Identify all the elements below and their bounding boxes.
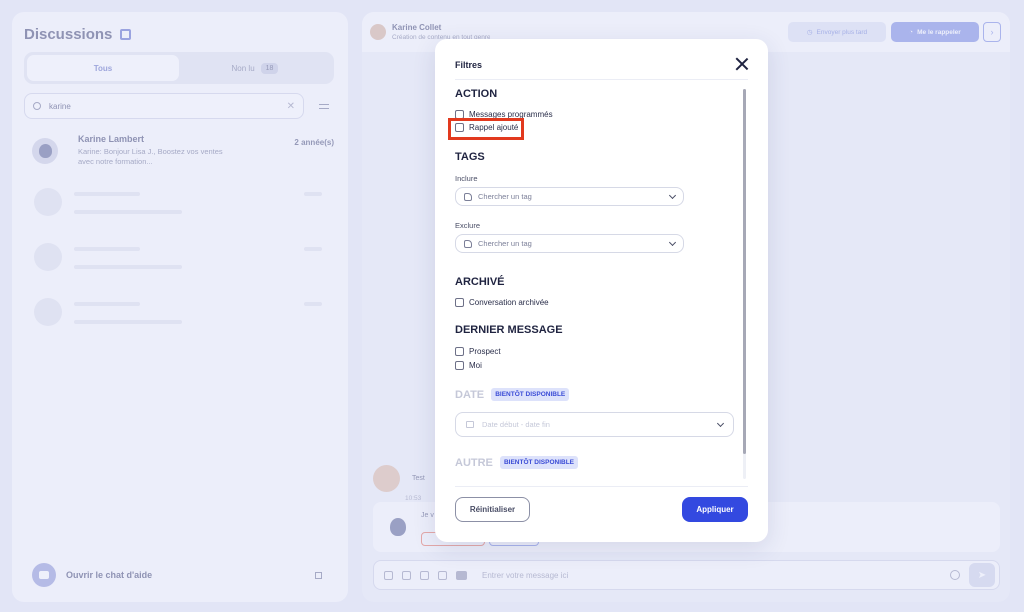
help-label: Ouvrir le chat d'aide xyxy=(66,570,153,580)
tab-unread-label: Non lu xyxy=(231,63,255,73)
send-later-label: Envoyer plus tard xyxy=(816,28,868,36)
external-link-icon xyxy=(315,571,322,579)
microphone-icon[interactable] xyxy=(420,570,429,580)
modal-scrollbar[interactable] xyxy=(743,89,746,479)
loading-placeholder xyxy=(34,188,324,218)
contact-name[interactable]: Karine Collet xyxy=(392,23,441,32)
conversation-time: 2 année(s) xyxy=(294,138,334,147)
divider xyxy=(455,486,748,487)
section-tags-heading: TAGS xyxy=(455,151,485,163)
checkbox-label: Conversation archivée xyxy=(469,298,549,307)
section-last-message-heading: DERNIER MESSAGE xyxy=(455,324,563,336)
file-icon[interactable] xyxy=(384,570,393,580)
filter-last-message-me[interactable]: Moi xyxy=(455,361,482,370)
conversation-item[interactable]: Karine Lambert Karine: Bonjour Lisa J., … xyxy=(24,134,336,180)
tab-all[interactable]: Tous xyxy=(27,55,179,81)
tag-icon xyxy=(464,239,472,248)
close-icon[interactable] xyxy=(735,57,749,71)
include-label: Inclure xyxy=(455,174,478,183)
section-action-heading: ACTION xyxy=(455,88,498,100)
message-text: Test xyxy=(412,475,425,482)
exclude-label: Exclure xyxy=(455,221,481,230)
help-chat-link[interactable]: Ouvrir le chat d'aide xyxy=(32,563,322,587)
discussions-title: Discussions xyxy=(24,26,113,43)
chevron-down-icon xyxy=(668,238,677,246)
date-range-placeholder: Date début - date fin xyxy=(482,420,550,429)
compose-icon[interactable] xyxy=(120,29,132,40)
section-archived-heading: ARCHIVÉ xyxy=(455,276,505,288)
emoji-icon[interactable] xyxy=(950,570,960,580)
filter-archived-conversation[interactable]: Conversation archivée xyxy=(455,298,549,307)
conversation-tabs: Tous Non lu 18 xyxy=(24,52,334,84)
calendar-icon xyxy=(466,421,474,428)
section-date-heading: DATE BIENTÔT DISPONIBLE xyxy=(455,388,570,401)
filters-modal: Filtres ACTION Messages programmés Rappe… xyxy=(435,39,768,542)
conversation-name: Karine Lambert xyxy=(78,134,145,144)
clock-icon: ◷ xyxy=(806,29,813,36)
avatar xyxy=(370,24,386,40)
avatar xyxy=(32,138,58,164)
checkbox[interactable] xyxy=(455,298,464,307)
loading-placeholder xyxy=(34,243,324,273)
chevron-down-icon xyxy=(716,419,725,427)
reminder-text: Je v xyxy=(421,512,434,519)
filter-settings-button[interactable] xyxy=(312,93,336,119)
clear-search-icon[interactable]: ✕ xyxy=(287,101,295,112)
apply-button[interactable]: Appliquer xyxy=(682,497,748,522)
send-button[interactable]: ➤ xyxy=(969,563,995,587)
exclude-tag-placeholder: Chercher un tag xyxy=(478,239,532,248)
message-composer[interactable]: Entrer votre message ici ➤ xyxy=(373,560,1000,590)
conversation-preview: Karine: Bonjour Lisa J., Boostez vos ven… xyxy=(78,147,223,166)
alien-avatar-icon xyxy=(387,516,409,538)
reset-button[interactable]: Réinitialiser xyxy=(455,497,530,522)
search-value: karine xyxy=(49,101,71,111)
discussions-panel: Discussions Tous Non lu 18 karine ✕ Kari… xyxy=(12,12,348,602)
checkbox[interactable] xyxy=(455,361,464,370)
tab-unread[interactable]: Non lu 18 xyxy=(179,55,331,81)
checkbox[interactable] xyxy=(455,347,464,356)
alien-avatar-icon xyxy=(38,144,52,158)
gif-icon[interactable] xyxy=(456,570,467,580)
coming-soon-badge: BIENTÔT DISPONIBLE xyxy=(491,388,570,401)
tab-all-label: Tous xyxy=(93,63,113,73)
chat-bubble-icon xyxy=(32,563,56,587)
checkbox-label: Moi xyxy=(469,361,482,370)
filters-scroll-area: ACTION Messages programmés Rappel ajouté… xyxy=(435,80,768,486)
send-later-button[interactable]: ◷ Envoyer plus tard xyxy=(788,22,886,42)
highlight-annotation xyxy=(448,118,524,140)
sliders-icon xyxy=(319,103,329,105)
avatar xyxy=(373,465,400,492)
image-icon[interactable] xyxy=(402,570,411,580)
exclude-tag-select[interactable]: Chercher un tag xyxy=(455,234,684,253)
filter-last-message-prospect[interactable]: Prospect xyxy=(455,347,501,356)
unread-count-badge: 18 xyxy=(260,62,279,74)
scrollbar-thumb[interactable] xyxy=(743,89,746,454)
tag-icon xyxy=(464,192,472,201)
bell-icon: ◔ xyxy=(909,28,914,36)
chevron-right-icon[interactable]: › xyxy=(983,22,1001,42)
date-heading-text: DATE xyxy=(455,389,485,401)
section-other-heading: AUTRE BIENTÔT DISPONIBLE xyxy=(455,456,579,469)
remind-me-button[interactable]: ◔ Me le rappeler xyxy=(891,22,979,42)
modal-title: Filtres xyxy=(455,60,483,70)
loading-placeholder xyxy=(34,298,324,328)
include-tag-select[interactable]: Chercher un tag xyxy=(455,187,684,206)
coming-soon-badge: BIENTÔT DISPONIBLE xyxy=(499,456,579,469)
chevron-down-icon xyxy=(668,191,677,199)
message-input[interactable]: Entrer votre message ici xyxy=(482,571,568,580)
include-tag-placeholder: Chercher un tag xyxy=(478,192,532,201)
attachment-icon[interactable] xyxy=(438,570,447,580)
message-time: 10:53 xyxy=(405,495,422,502)
checkbox-label: Prospect xyxy=(469,347,501,356)
discussions-header: Discussions xyxy=(24,26,132,43)
search-input[interactable]: karine ✕ xyxy=(24,93,304,119)
search-icon xyxy=(33,102,41,110)
date-range-select: Date début - date fin xyxy=(455,412,734,437)
other-heading-text: AUTRE xyxy=(455,457,493,469)
remind-me-label: Me le rappeler xyxy=(917,28,961,36)
